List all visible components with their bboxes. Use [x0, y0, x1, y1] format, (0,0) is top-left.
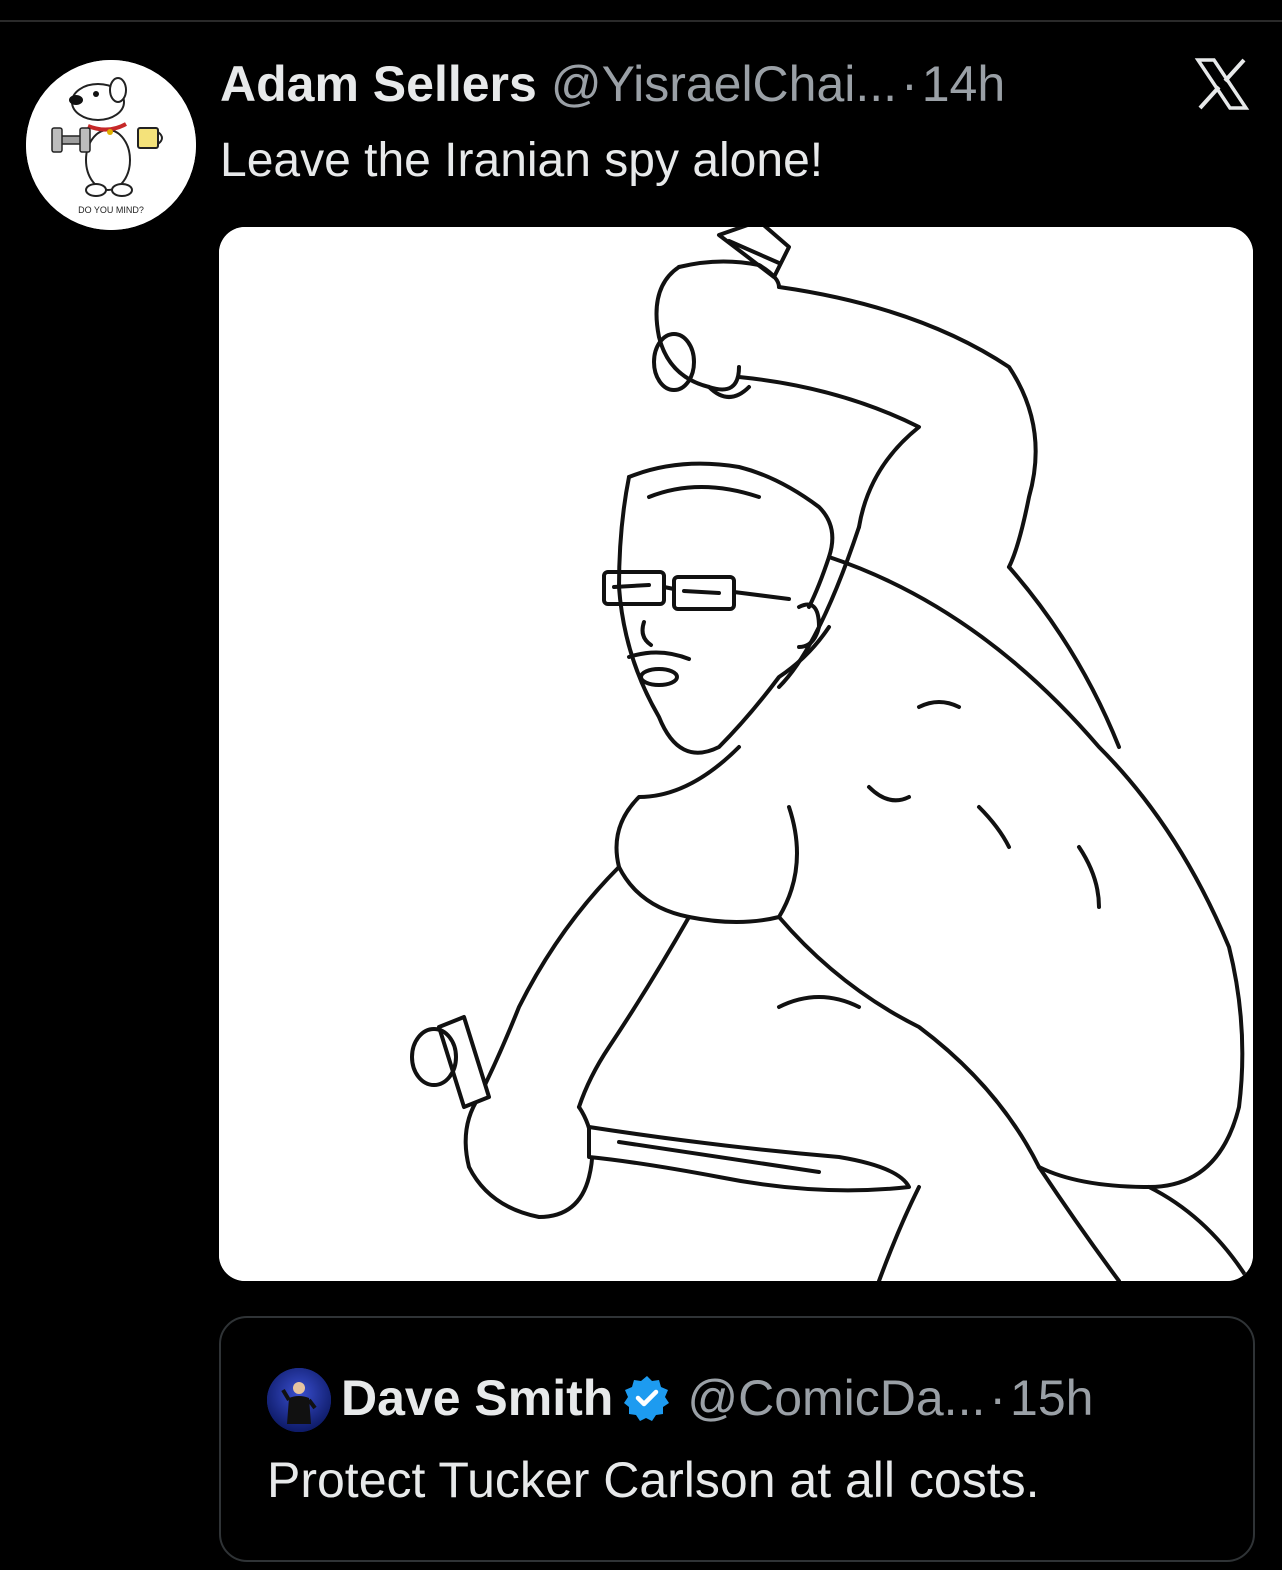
tweet-header: Adam Sellers @YisraelChai... · 14h	[220, 52, 1005, 116]
quoted-tweet-card[interactable]: Dave Smith @ComicDa... · 15h Protect Tuc…	[219, 1316, 1255, 1562]
quoted-tweet-header: Dave Smith @ComicDa... · 15h	[341, 1362, 1093, 1434]
tweet-timestamp[interactable]: 14h	[922, 52, 1005, 116]
quoted-tweet-text: Protect Tucker Carlson at all costs.	[267, 1452, 1040, 1508]
quoted-separator-dot: ·	[989, 1370, 1007, 1426]
stage-performer-illustration	[267, 1368, 331, 1432]
author-handle[interactable]: @YisraelChai...	[551, 52, 897, 116]
x-logo-icon[interactable]	[1194, 56, 1250, 112]
dog-avatar-illustration: DO YOU MIND?	[26, 60, 196, 230]
author-name[interactable]: Adam Sellers	[220, 52, 537, 116]
meme-line-drawing	[219, 227, 1253, 1281]
separator-dot: ·	[901, 56, 918, 112]
author-avatar[interactable]: DO YOU MIND?	[26, 60, 196, 230]
quoted-author-handle[interactable]: @ComicDa...	[687, 1369, 985, 1427]
quoted-tweet-timestamp[interactable]: 15h	[1010, 1369, 1093, 1427]
avatar-caption: DO YOU MIND?	[78, 205, 144, 215]
verified-badge-icon	[624, 1376, 670, 1421]
tweet-media-image[interactable]	[219, 227, 1253, 1281]
tweet-text: Leave the Iranian spy alone!	[220, 134, 824, 187]
top-divider	[0, 20, 1282, 22]
quoted-author-avatar[interactable]	[267, 1368, 331, 1432]
quoted-author-name[interactable]: Dave Smith	[341, 1369, 613, 1427]
